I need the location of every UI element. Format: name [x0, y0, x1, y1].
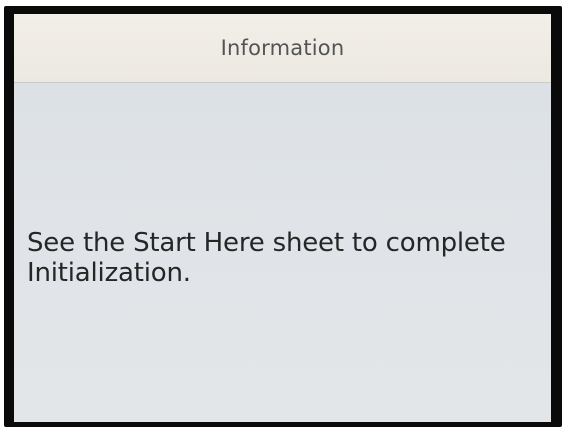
- dialog-message: See the Start Here sheet to complete Ini…: [27, 228, 506, 288]
- dialog-title: Information: [220, 36, 345, 60]
- dialog-header: Information: [14, 14, 551, 83]
- lcd-screen: Information See the Start Here sheet to …: [14, 14, 551, 422]
- device-bezel: Information See the Start Here sheet to …: [0, 0, 566, 430]
